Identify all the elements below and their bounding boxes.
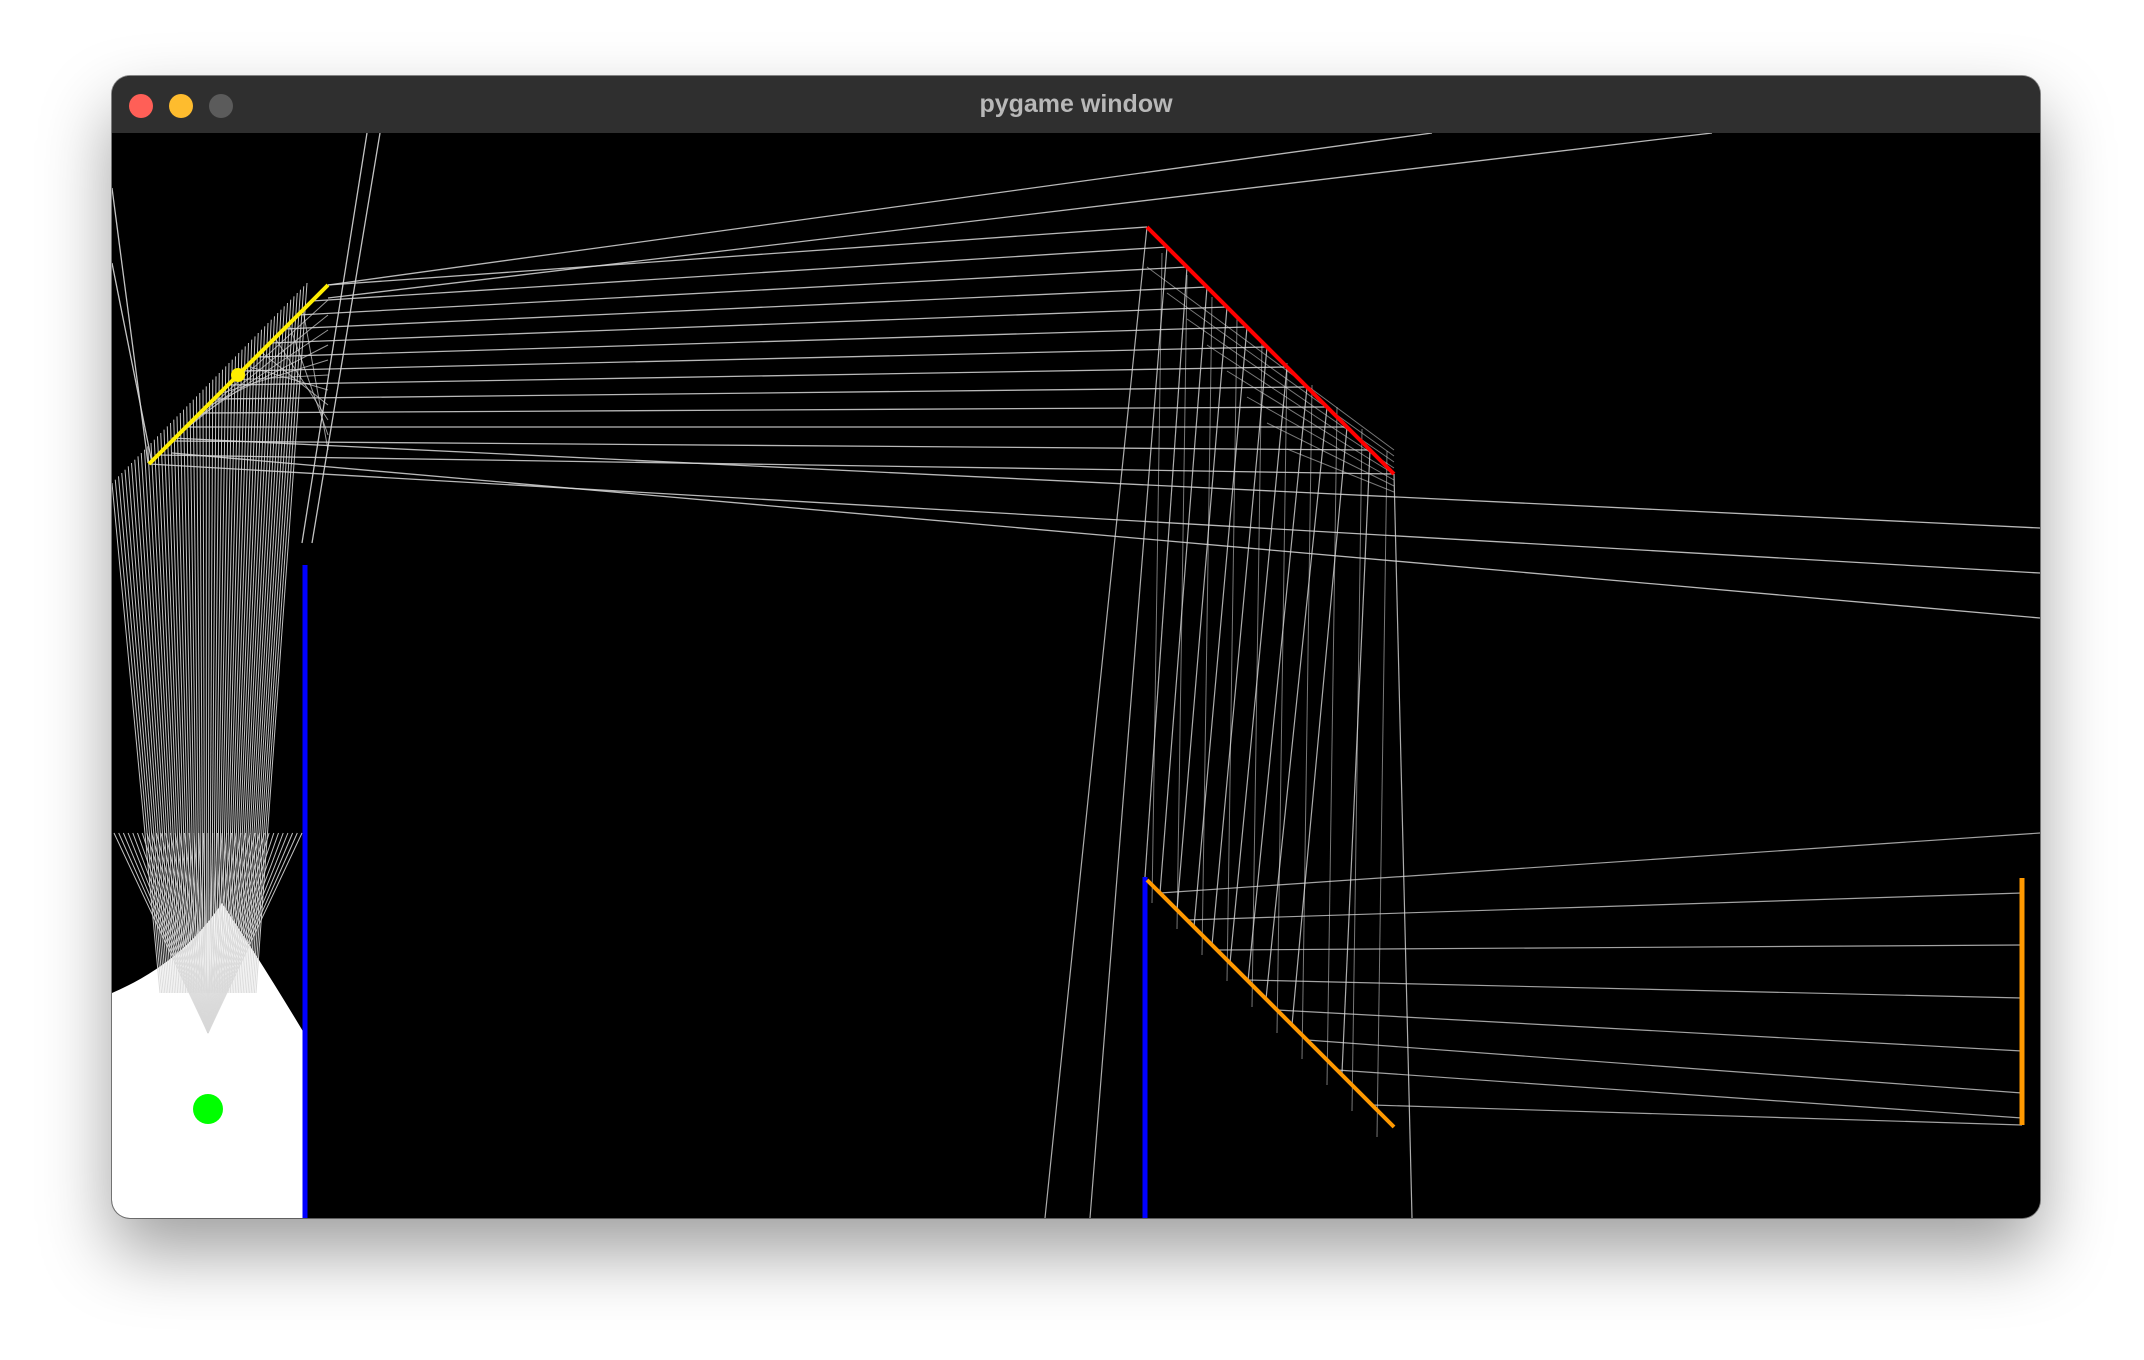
light-ray bbox=[311, 246, 1168, 302]
light-ray bbox=[199, 406, 1328, 414]
light-ray bbox=[112, 262, 153, 464]
light-ray bbox=[1144, 266, 1188, 878]
window-title: pygame window bbox=[979, 90, 1173, 118]
light-ray bbox=[1159, 832, 2040, 894]
light-ray bbox=[1216, 944, 2023, 951]
light-ray bbox=[1176, 274, 1188, 930]
light-ray bbox=[1336, 1069, 2023, 1119]
title-bar[interactable]: pygame window bbox=[112, 76, 2040, 134]
light-ray bbox=[1044, 226, 1148, 1218]
light-ray bbox=[171, 437, 2040, 529]
light-ray bbox=[269, 306, 1228, 344]
light-ray bbox=[302, 309, 329, 451]
light-ray bbox=[1251, 340, 1263, 1008]
light-ray bbox=[1291, 426, 1348, 1026]
light-ray bbox=[327, 133, 1433, 286]
light-ray bbox=[301, 133, 368, 544]
light-ray bbox=[1226, 318, 1238, 982]
light-rays bbox=[112, 133, 2040, 1218]
light-ray bbox=[249, 296, 295, 994]
light-ray bbox=[1276, 362, 1288, 1034]
light-ray bbox=[1186, 892, 2023, 921]
light-ray bbox=[1341, 449, 1371, 1074]
light-ray bbox=[241, 346, 1268, 372]
light-ray bbox=[1326, 406, 1338, 1086]
light-ray bbox=[255, 326, 1248, 358]
light-ray bbox=[311, 133, 381, 544]
light-ray bbox=[1211, 346, 1268, 946]
light-ray bbox=[1201, 296, 1213, 956]
light-ray bbox=[176, 314, 329, 437]
light-ray bbox=[255, 282, 308, 994]
light-ray bbox=[227, 366, 1288, 386]
light-ray bbox=[148, 463, 2040, 574]
light-ray bbox=[1176, 306, 1228, 911]
light-ray bbox=[1159, 286, 1208, 894]
pygame-window: pygame window bbox=[112, 76, 2040, 1218]
light-ray bbox=[171, 440, 1371, 451]
light-ray bbox=[1193, 326, 1248, 928]
light-ray bbox=[1151, 252, 1163, 904]
light-ray bbox=[157, 454, 1395, 475]
light-ray bbox=[1301, 384, 1313, 1060]
light-ray bbox=[1371, 1104, 2023, 1126]
light-source-dot[interactable] bbox=[193, 1094, 223, 1124]
scene-svg bbox=[112, 133, 2040, 1218]
light-ray bbox=[1376, 450, 1388, 1138]
light-ray bbox=[171, 452, 2040, 619]
light-ray bbox=[1306, 1039, 2023, 1094]
light-ray bbox=[1276, 1009, 2023, 1052]
light-ray bbox=[1146, 266, 1395, 451]
light-ray bbox=[327, 133, 1713, 299]
light-ray bbox=[213, 386, 1308, 400]
game-canvas[interactable] bbox=[112, 133, 2040, 1218]
light-ray bbox=[1351, 428, 1363, 1112]
light-ray bbox=[1246, 979, 2023, 999]
light-ray bbox=[112, 187, 149, 464]
yellow-mirror-handle[interactable] bbox=[231, 368, 245, 382]
